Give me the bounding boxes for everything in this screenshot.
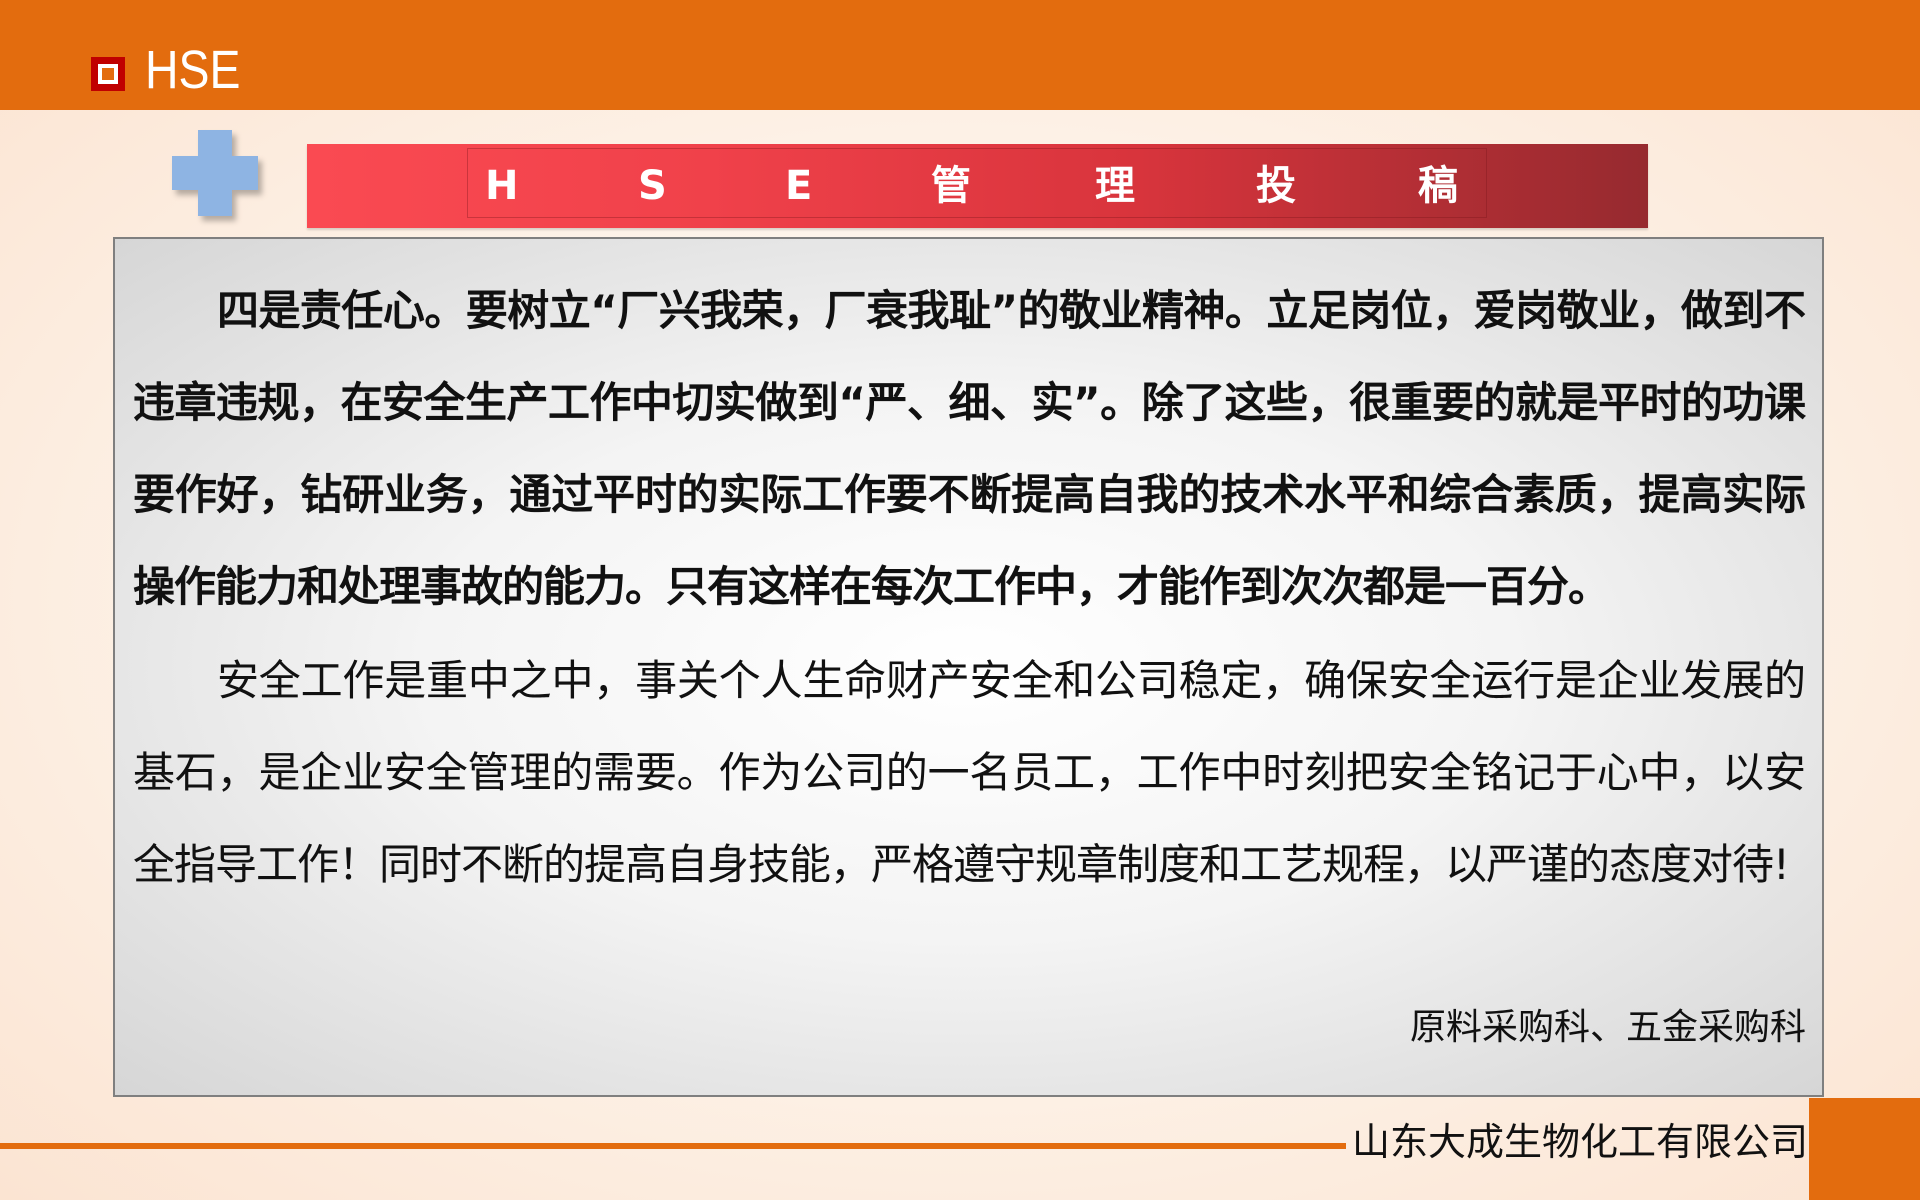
title-text: H S E 管 理 投 稿 (307, 144, 1648, 228)
title-banner: H S E 管 理 投 稿 (307, 144, 1648, 228)
title-char: E (785, 163, 813, 209)
title-char: S (638, 163, 667, 209)
header-brand: HSE (145, 40, 241, 100)
paragraph-bold: 四是责任心。要树立“厂兴我荣，厂衰我耻”的敬业精神。立足岗位，爱岗敬业，做到不违… (133, 286, 1806, 611)
cross-icon (172, 130, 258, 216)
footer-line (0, 1143, 1346, 1149)
header-bar: HSE (0, 0, 1920, 110)
square-outline-icon (91, 57, 125, 91)
title-char: 理 (1095, 163, 1135, 209)
title-char: 稿 (1418, 163, 1458, 209)
paragraph-regular: 安全工作是重中之中，事关个人生命财产安全和公司稳定，确保安全运行是企业发展的基石… (133, 656, 1806, 889)
title-char: 投 (1256, 163, 1296, 209)
title-char: 管 (931, 163, 971, 209)
signature: 原料采购科、五金采购科 (1409, 1007, 1806, 1048)
title-char: H (485, 163, 519, 209)
footer-corner-block (1809, 1098, 1920, 1200)
article-content: 四是责任心。要树立“厂兴我荣，厂衰我耻”的敬业精神。立足岗位，爱岗敬业，做到不违… (113, 237, 1824, 1097)
company-name: 山东大成生物化工有限公司 (1352, 1120, 1809, 1164)
